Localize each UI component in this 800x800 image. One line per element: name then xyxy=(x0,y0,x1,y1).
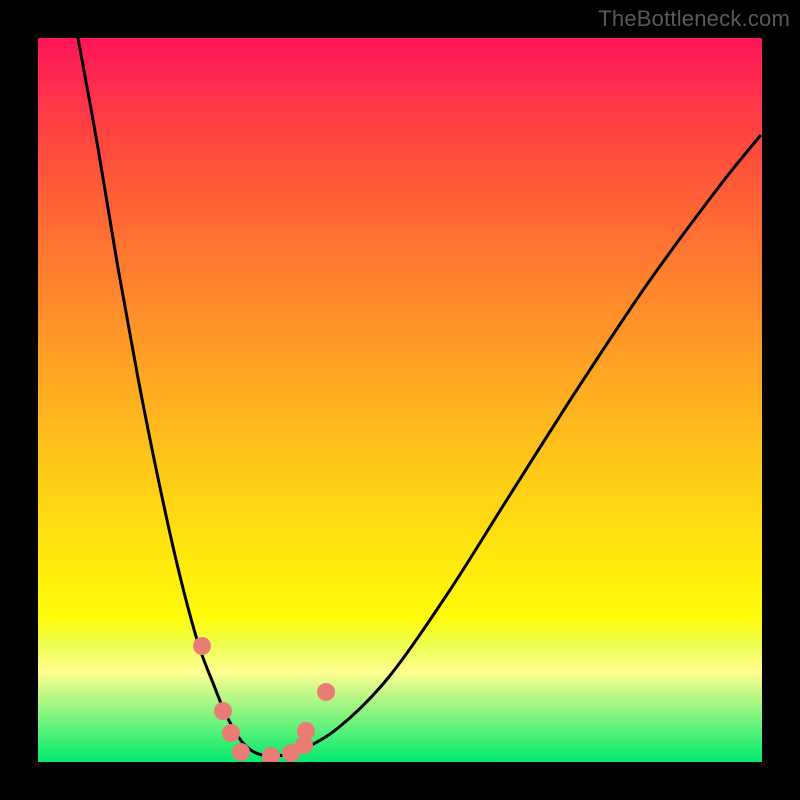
dot-trough-a xyxy=(232,743,250,761)
bottleneck-curve xyxy=(78,38,760,756)
dot-left-mid xyxy=(214,702,232,720)
dot-left-low xyxy=(222,724,240,742)
watermark-text: TheBottleneck.com xyxy=(598,6,790,32)
plot-area xyxy=(38,38,762,762)
chart-frame: TheBottleneck.com xyxy=(0,0,800,800)
chart-svg xyxy=(38,38,762,762)
dot-trough-b xyxy=(262,747,280,762)
dot-left-upper xyxy=(193,637,211,655)
dot-right-mid xyxy=(297,722,315,740)
dot-right-upper xyxy=(317,683,335,701)
